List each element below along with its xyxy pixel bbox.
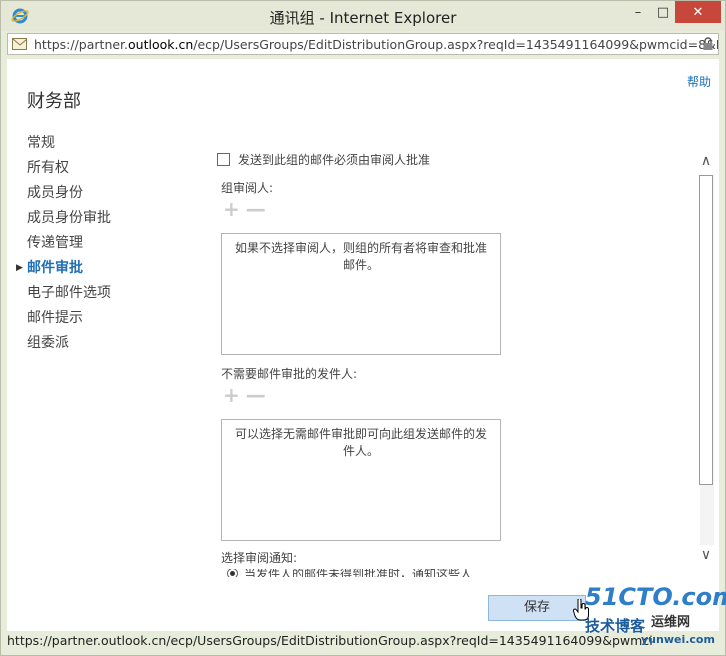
notify-option-label: 当发件人的邮件未得到批准时，通知这些人 [244, 569, 473, 577]
require-moderation-label: 发送到此组的邮件必须由审阅人批准 [238, 153, 431, 167]
add-moderator-icon[interactable]: + [223, 197, 246, 221]
nav-item-mailtip[interactable]: 邮件提示 [27, 306, 111, 331]
url-domain: outlook.cn [128, 37, 194, 52]
moderators-list[interactable]: 如果不选择审阅人，则组的所有者将审查和批准邮件。 [221, 233, 501, 355]
scroll-down-icon[interactable]: ∨ [696, 547, 716, 565]
nav-item-message-approval[interactable]: ▶ 邮件审批 [16, 256, 111, 281]
browser-window: 通讯组 - Internet Explorer – □ ✕ https://pa… [0, 0, 726, 656]
dialog-content: 帮助 财务部 常规 所有权 成员身份 成员身份审批 传递管理 ▶ 邮件审批 电子邮… [7, 59, 719, 631]
bypass-actions: +— [223, 383, 272, 407]
url-prefix: https://partner. [34, 37, 129, 52]
page-title: 财务部 [27, 91, 81, 112]
notify-label: 选择审阅通知: [221, 551, 298, 565]
moderators-hint: 如果不选择审阅人，则组的所有者将审查和批准邮件。 [234, 241, 487, 272]
nav-item-general[interactable]: 常规 [27, 131, 111, 156]
remove-sender-icon[interactable]: — [246, 383, 272, 407]
nav-item-membership[interactable]: 成员身份 [27, 181, 111, 206]
nav-item-label: 邮件审批 [27, 260, 83, 276]
notify-radio[interactable] [227, 569, 238, 577]
require-moderation-checkbox[interactable] [217, 153, 230, 166]
moderators-label: 组审阅人: [221, 181, 274, 195]
watermark: 51CTO.com 技术博客 运维网 yunwei.com [581, 581, 726, 655]
url-suffix: /ecp/UsersGroups/EditDistributionGroup.a… [193, 37, 719, 52]
require-moderation-row[interactable]: 发送到此组的邮件必须由审阅人批准 [217, 151, 430, 168]
close-button[interactable]: ✕ [675, 1, 721, 23]
maximize-button[interactable]: □ [648, 1, 678, 23]
lock-icon[interactable] [702, 37, 714, 51]
moderators-actions: +— [223, 197, 272, 221]
section-nav: 常规 所有权 成员身份 成员身份审批 传递管理 ▶ 邮件审批 电子邮件选项 邮件提… [16, 131, 111, 356]
nav-item-delivery-management[interactable]: 传递管理 [27, 231, 111, 256]
watermark-brand: 51CTO.com [585, 583, 726, 611]
notify-option-row[interactable]: 当发件人的邮件未得到批准时，通知这些人 [227, 569, 472, 577]
scroll-up-icon[interactable]: ∧ [696, 153, 716, 171]
nav-item-email-options[interactable]: 电子邮件选项 [27, 281, 111, 306]
status-url: https://partner.outlook.cn/ecp/UsersGrou… [7, 633, 653, 648]
scroll-thumb[interactable] [699, 175, 713, 485]
bypass-senders-list[interactable]: 可以选择无需邮件审批即可向此组发送邮件的发件人。 [221, 419, 501, 541]
nav-item-ownership[interactable]: 所有权 [27, 156, 111, 181]
watermark-sub: 技术博客 [585, 617, 646, 635]
address-bar[interactable]: https://partner.outlook.cn/ecp/UsersGrou… [7, 33, 719, 55]
help-link[interactable]: 帮助 [687, 73, 711, 90]
nav-item-group-delegation[interactable]: 组委派 [27, 331, 111, 356]
watermark-url: yunwei.com [641, 633, 715, 646]
bypass-senders-label: 不需要邮件审批的发件人: [221, 367, 358, 381]
nav-item-membership-approval[interactable]: 成员身份审批 [27, 206, 111, 231]
remove-moderator-icon[interactable]: — [246, 197, 272, 221]
save-button[interactable]: 保存 [488, 595, 586, 621]
selected-arrow-icon: ▶ [16, 263, 23, 273]
watermark-site: 运维网 [651, 615, 691, 630]
vertical-scrollbar[interactable]: ∧ ∨ [696, 153, 716, 569]
page-icon [12, 38, 28, 50]
bypass-senders-hint: 可以选择无需邮件审批即可向此组发送邮件的发件人。 [234, 427, 487, 458]
add-sender-icon[interactable]: + [223, 383, 246, 407]
title-bar: 通讯组 - Internet Explorer – □ ✕ [1, 1, 725, 31]
address-url: https://partner.outlook.cn/ecp/UsersGrou… [34, 37, 719, 52]
window-title: 通讯组 - Internet Explorer [269, 9, 457, 27]
